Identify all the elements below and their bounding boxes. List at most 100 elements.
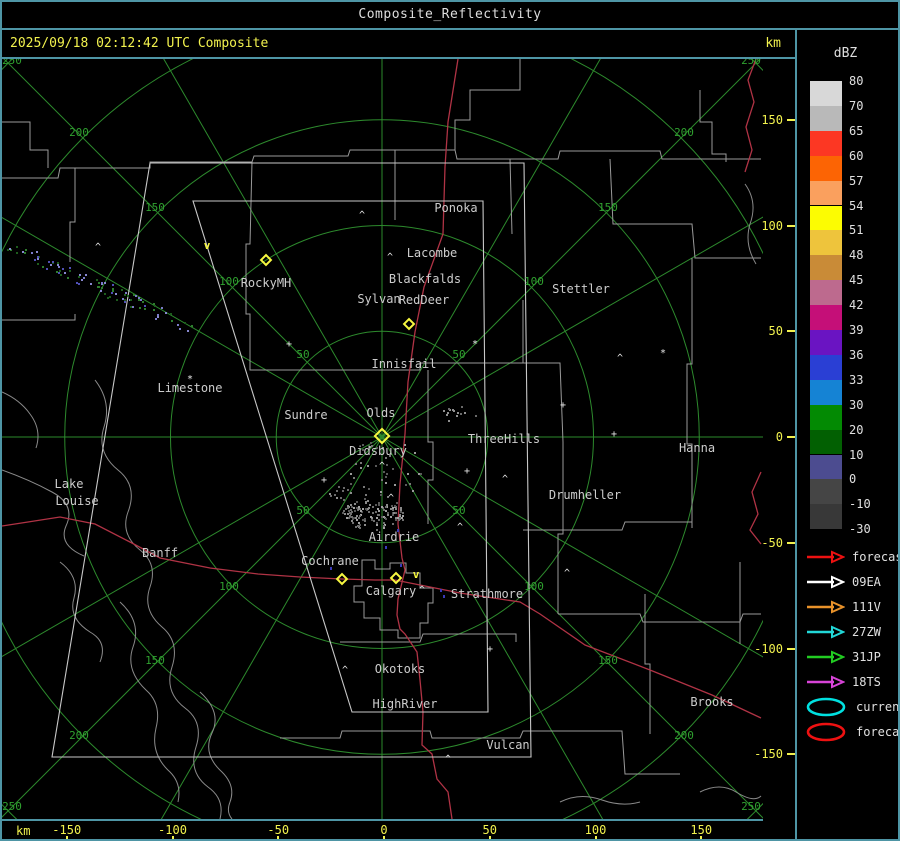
city-label: Drumheller xyxy=(549,488,621,502)
colorbar-value-label: 57 xyxy=(849,173,864,188)
radar-echo-pixel xyxy=(392,507,394,509)
radar-echo-pixel xyxy=(350,473,352,475)
bottom-axis-label: 150 xyxy=(690,823,713,837)
colorbar-swatch xyxy=(810,404,842,430)
radar-echo-pixel xyxy=(375,465,377,467)
bottom-axis: km -150 -100 -50 0 50 100 150 xyxy=(2,819,763,839)
ring-distance-label: 250 xyxy=(2,800,22,813)
ring-distance-label: 250 xyxy=(2,59,22,67)
legend-item-18TS: 18TS xyxy=(805,671,881,689)
colorbar-value-label: 45 xyxy=(849,273,864,288)
radar-echo-pixel xyxy=(58,266,60,268)
azimuth-radial xyxy=(381,436,763,658)
radar-echo-pixel xyxy=(31,252,33,254)
colorbar-value-label: 30 xyxy=(849,397,864,412)
radar-echo-pixel xyxy=(112,290,114,292)
radar-echo-pixel xyxy=(418,473,420,475)
current-ellipse-icon xyxy=(806,697,846,716)
ring-distance-label: 250 xyxy=(741,59,761,67)
site-marker-icon: * xyxy=(660,348,666,359)
legend-item-09EA: 09EA xyxy=(805,571,881,589)
colorbar-value-label: 10 xyxy=(849,447,864,462)
ring-distance-label: 100 xyxy=(219,580,239,593)
radar-echo-pixel xyxy=(400,564,402,567)
right-axis-label: -150 xyxy=(754,747,783,762)
radar-echo-pixel xyxy=(122,298,124,300)
radar-echo-pixel xyxy=(378,502,380,504)
radar-echo-pixel xyxy=(124,294,126,296)
bottom-axis-label: 50 xyxy=(482,823,497,837)
bottom-axis-tick xyxy=(700,836,703,839)
radar-echo-pixel xyxy=(351,520,353,522)
county-boundary xyxy=(353,559,434,639)
radar-echo-pixel xyxy=(447,412,449,414)
forecast-ellipse-icon xyxy=(806,722,846,741)
radar-echo-pixel xyxy=(170,313,172,315)
radar-echo-pixel xyxy=(330,495,332,497)
radar-echo-pixel xyxy=(97,286,99,288)
bottom-axis-label: 0 xyxy=(380,823,388,837)
radar-echo-pixel xyxy=(142,301,144,303)
radar-echo-pixel xyxy=(364,518,366,520)
bottom-axis-tick xyxy=(383,836,385,839)
city-label: Strathmore xyxy=(451,587,523,601)
site-marker-icon: ^ xyxy=(419,585,425,596)
radar-echo-pixel xyxy=(179,328,181,330)
radar-echo-pixel xyxy=(356,515,358,517)
radar-echo-pixel xyxy=(36,251,38,253)
radar-echo-pixel xyxy=(355,526,357,528)
city-label: Stettler xyxy=(552,282,610,296)
radar-echo-pixel xyxy=(420,473,422,475)
azimuth-radial xyxy=(2,217,383,438)
radar-echo-pixel xyxy=(414,452,416,454)
right-axis-label: 150 xyxy=(761,112,783,127)
radar-echo-pixel xyxy=(407,473,409,475)
radar-echo-pixel xyxy=(350,483,352,485)
radar-map-canvas[interactable]: 50 50 50 50 100 100 100 100 150 150 150 150 200 200 20… xyxy=(2,59,763,819)
radar-echo-pixel xyxy=(399,514,401,516)
bottom-axis-label: 100 xyxy=(584,823,607,837)
radar-echo-pixel xyxy=(101,287,103,289)
radar-echo-pixel xyxy=(351,516,353,518)
radar-echo-pixel xyxy=(375,504,377,506)
ring-distance-label: 50 xyxy=(452,504,465,517)
radar-echo-pixel xyxy=(37,258,39,260)
radar-echo-pixel xyxy=(165,312,167,314)
radar-echo-pixel xyxy=(138,299,140,301)
radar-echo-pixel xyxy=(22,251,24,253)
radar-echo-pixel xyxy=(397,517,399,519)
radar-map-svg[interactable]: 50 50 50 50 100 100 100 100 150 150 150 150 200 200 20… xyxy=(2,59,763,819)
colorbar-swatch xyxy=(810,354,842,380)
site-marker-icon: ^ xyxy=(564,568,570,579)
radar-echo-pixel xyxy=(400,507,402,509)
timestamp-label: 2025/09/18 02:12:42 UTC Composite xyxy=(10,36,269,51)
legend-item-current: current xyxy=(805,696,898,716)
city-label: Lacombe xyxy=(407,246,458,260)
radar-echo-pixel xyxy=(336,497,338,499)
city-label: Okotoks xyxy=(375,662,426,676)
colorbar-value-label: 39 xyxy=(849,323,864,337)
km-unit-top-right: km xyxy=(765,36,781,51)
radar-echo-pixel xyxy=(364,520,366,522)
radar-echo-pixel xyxy=(376,522,378,524)
radar-echo-pixel xyxy=(98,282,100,284)
city-label: Innisfail xyxy=(371,357,436,371)
radar-echo-pixel xyxy=(347,507,349,509)
ring-distance-label: 150 xyxy=(145,201,165,214)
city-label: Vulcan xyxy=(486,738,529,752)
radar-echo-pixel xyxy=(16,246,18,248)
radar-echo-pixel xyxy=(345,508,347,510)
radar-echo-pixel xyxy=(48,261,50,263)
radar-echo-pixel xyxy=(385,506,387,508)
colorbar-swatch xyxy=(810,255,842,281)
legend-item-label: 27ZW xyxy=(852,624,881,639)
city-label: Hanna xyxy=(679,441,715,455)
radar-echo-pixel xyxy=(343,499,345,501)
radar-echo-pixel xyxy=(347,513,349,515)
radar-echo-pixel xyxy=(360,462,362,464)
radar-echo-pixel xyxy=(365,494,367,496)
radar-echo-pixel xyxy=(96,279,98,281)
city-label: HighRiver xyxy=(372,697,437,711)
colorbar-swatch xyxy=(810,130,842,156)
radar-echo-pixel xyxy=(378,510,380,512)
